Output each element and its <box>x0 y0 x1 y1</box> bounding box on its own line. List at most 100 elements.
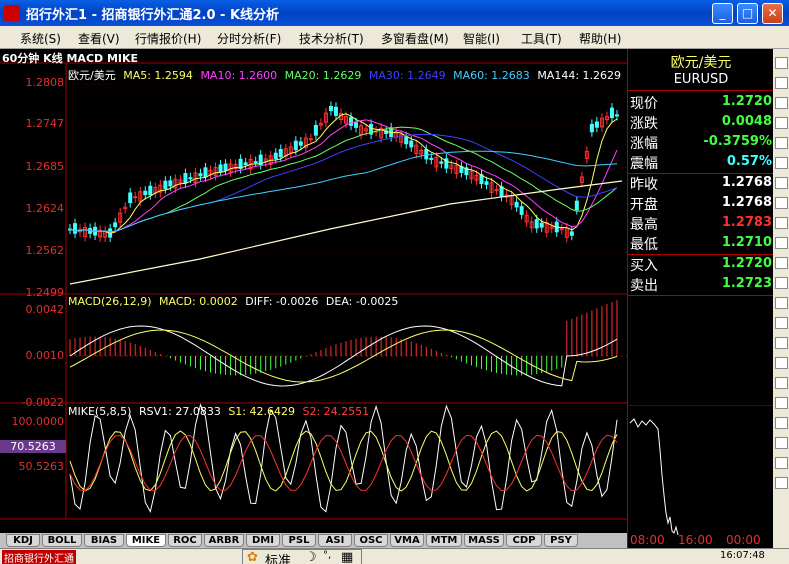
time-tick: 16:00 <box>678 533 713 547</box>
quote-label: 开盘 <box>630 197 658 213</box>
minimize-button[interactable]: _ <box>712 3 733 24</box>
toolbar-icon[interactable] <box>775 97 788 109</box>
price-tick: 1.2624 <box>25 202 65 215</box>
menu-view[interactable]: 查看(V) <box>78 30 120 47</box>
ime-toolbar[interactable]: ✿ 标准 ☽ °, ▦ <box>242 549 362 564</box>
right-toolbar <box>773 49 789 551</box>
toolbar-icon[interactable] <box>775 57 788 69</box>
menu-technical[interactable]: 技术分析(T) <box>299 30 364 47</box>
tab-psl[interactable]: PSL <box>282 534 316 547</box>
close-button[interactable]: ✕ <box>762 3 783 24</box>
menu-intraday[interactable]: 分时分析(F) <box>217 30 281 47</box>
toolbar-icon[interactable] <box>775 457 788 469</box>
quote-row-prevclose: 昨收 1.2768 <box>628 173 774 193</box>
maximize-button[interactable]: □ <box>737 3 758 24</box>
candle-body <box>328 105 333 112</box>
toolbar-icon[interactable] <box>775 437 788 449</box>
legend-s1: S1: 42.6429 <box>228 405 295 418</box>
mini-intraday-chart[interactable] <box>628 405 774 535</box>
menu-help[interactable]: 帮助(H) <box>579 30 621 47</box>
tab-dmi[interactable]: DMI <box>246 534 280 547</box>
toolbar-icon[interactable] <box>775 177 788 189</box>
toolbar-icon[interactable] <box>775 297 788 309</box>
tab-mass[interactable]: MASS <box>464 534 504 547</box>
macd-tick: -0.0022 <box>21 396 64 409</box>
tab-psy[interactable]: PSY <box>544 534 578 547</box>
chart-canvas[interactable] <box>0 49 627 533</box>
time-tick: 00:00 <box>726 533 761 547</box>
quote-label: 卖出 <box>630 278 658 294</box>
candle-body <box>484 181 489 185</box>
toolbar-icon[interactable] <box>775 277 788 289</box>
menu-multiwindow[interactable]: 多窗看盘(M) <box>381 30 449 47</box>
legend-symbol: 欧元/美元 <box>68 69 116 82</box>
legend-ma60: MA60: 1.2683 <box>453 69 530 82</box>
toolbar-icon[interactable] <box>775 217 788 229</box>
tab-mike[interactable]: MIKE <box>126 534 166 547</box>
legend-s2: S2: 24.2551 <box>302 405 370 418</box>
menu-system[interactable]: 系统(S) <box>20 30 61 47</box>
toolbar-icon[interactable] <box>775 377 788 389</box>
tab-kdj[interactable]: KDJ <box>6 534 40 547</box>
tab-cdp[interactable]: CDP <box>506 534 542 547</box>
ma144-line <box>69 180 623 285</box>
toolbar-icon[interactable] <box>775 257 788 269</box>
candle-body <box>424 149 429 160</box>
tab-mtm[interactable]: MTM <box>426 534 462 547</box>
quote-value: 1.2723 <box>721 276 772 291</box>
toolbar-icon[interactable] <box>775 237 788 249</box>
toolbar-icon[interactable] <box>775 397 788 409</box>
quote-row-last: 现价 1.2720 <box>628 92 774 112</box>
toolbar-icon[interactable] <box>775 157 788 169</box>
ime-logo-icon: ✿ <box>247 550 258 564</box>
tab-roc[interactable]: ROC <box>168 534 202 547</box>
tab-osc[interactable]: OSC <box>354 534 388 547</box>
ime-mode-label[interactable]: 标准 <box>265 550 291 564</box>
toolbar-icon[interactable] <box>775 137 788 149</box>
toolbar-icon[interactable] <box>775 357 788 369</box>
candle-body <box>494 189 499 192</box>
toolbar-icon[interactable] <box>775 117 788 129</box>
menu-smart[interactable]: 智能(I) <box>463 30 500 47</box>
app-window: 招行外汇1 - 招商银行外汇通2.0 - K线分析 _ □ ✕ 系统(S) 查看… <box>0 0 789 564</box>
candle-body <box>514 201 519 208</box>
tab-asi[interactable]: ASI <box>318 534 352 547</box>
quote-header: 欧元/美元 EURUSD <box>628 49 774 91</box>
quote-row-bid: 买入 1.2720 <box>628 254 774 274</box>
menu-tools[interactable]: 工具(T) <box>521 30 562 47</box>
candle-body <box>429 157 434 160</box>
toolbar-icon[interactable] <box>775 337 788 349</box>
legend-macd-params: MACD(26,12,9) <box>68 295 152 308</box>
toolbar-icon[interactable] <box>775 417 788 429</box>
legend-macd-value: MACD: 0.0002 <box>159 295 238 308</box>
candle-body <box>183 173 188 184</box>
quote-value: 1.2783 <box>721 215 772 230</box>
toolbar-icon[interactable] <box>775 197 788 209</box>
legend-ma20: MA20: 1.2629 <box>284 69 362 82</box>
candle-body <box>439 161 444 164</box>
tab-bias[interactable]: BIAS <box>84 534 124 547</box>
punctuation-icon[interactable]: °, <box>323 550 331 561</box>
quote-value: 1.2710 <box>721 235 772 250</box>
moon-icon[interactable]: ☽ <box>305 550 317 564</box>
menu-quotes[interactable]: 行情报价(H) <box>135 30 201 47</box>
tab-vma[interactable]: VMA <box>390 534 424 547</box>
legend-ma144: MA144: 1.2629 <box>537 69 622 82</box>
candle-body <box>404 136 409 145</box>
tab-boll[interactable]: BOLL <box>42 534 82 547</box>
candle-body <box>143 190 148 196</box>
candle-body <box>223 163 228 171</box>
quote-row-low: 最低 1.2710 <box>628 233 774 253</box>
price-tick: 1.2747 <box>25 117 65 130</box>
window-title: 招行外汇1 - 招商银行外汇通2.0 - K线分析 <box>26 8 280 23</box>
quote-row-ask: 卖出 1.2723 <box>628 274 774 294</box>
toolbar-icon[interactable] <box>775 317 788 329</box>
tab-arbr[interactable]: ARBR <box>204 534 244 547</box>
candle-body <box>218 164 223 172</box>
toolbar-icon[interactable] <box>775 77 788 89</box>
kline-chart-area[interactable]: 60分钟 K线 MACD MIKE 欧元/美元 MA5: 1.2594 MA10… <box>0 49 627 533</box>
chart-period-header: 60分钟 K线 MACD MIKE <box>2 52 139 65</box>
keyboard-icon[interactable]: ▦ <box>341 550 353 564</box>
candle-body <box>609 107 614 119</box>
toolbar-icon[interactable] <box>775 477 788 489</box>
